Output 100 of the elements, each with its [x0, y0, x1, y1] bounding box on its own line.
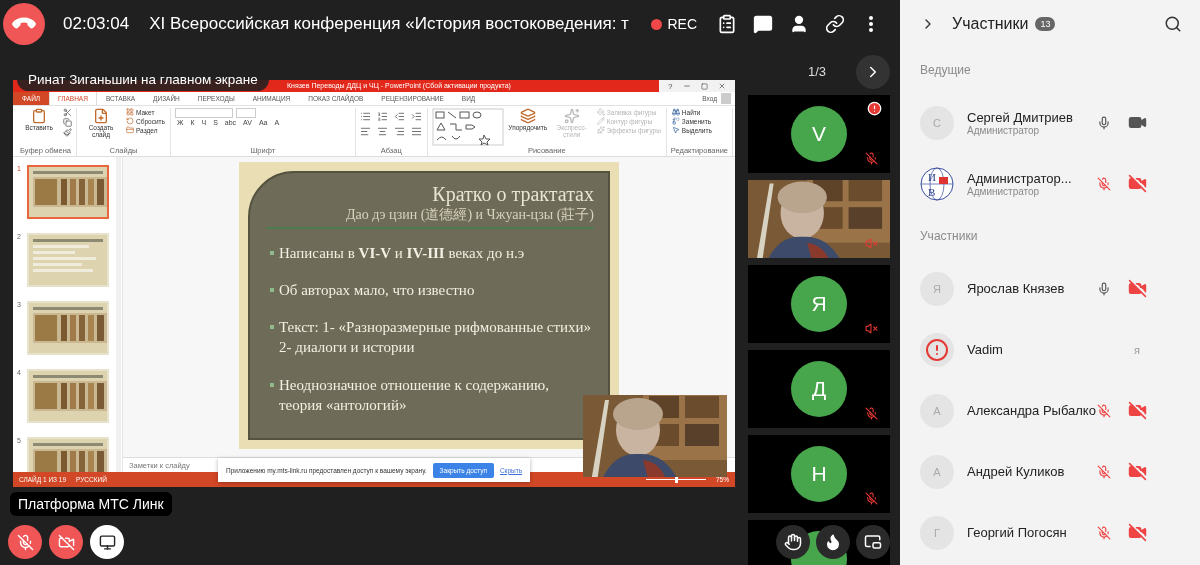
slide-thumbnail[interactable] [27, 165, 109, 219]
participant-avatar: V [791, 106, 847, 162]
self-tag: я [1134, 343, 1140, 356]
participant-name: Администратор... [967, 170, 1072, 186]
participant-avatar: Г [920, 515, 954, 550]
participant-row[interactable]: А Андрей Куликов [920, 441, 1200, 502]
participant-name: Vadim [967, 342, 1003, 357]
participant-count: 13 [1035, 17, 1056, 31]
participant-row[interactable]: Vadim я [920, 319, 1200, 380]
next-page-button[interactable] [856, 54, 890, 89]
indent-icon[interactable] [410, 111, 422, 122]
shape-gallery-drawing[interactable] [431, 108, 504, 146]
participant-avatar: Я [920, 271, 954, 306]
participant-row[interactable]: С Сергей Дмитриев Администратор [920, 92, 1200, 153]
search-icon [1164, 15, 1182, 33]
flame-icon [824, 533, 842, 551]
camera-off-icon[interactable] [1127, 174, 1147, 193]
align-center-icon[interactable] [376, 126, 388, 137]
more-icon [869, 16, 873, 32]
pointer-icon [671, 126, 680, 134]
scissors-icon[interactable] [63, 108, 72, 117]
participant-avatar: Я [791, 276, 847, 332]
participant-name: Георгий Погосян [967, 525, 1067, 540]
new-slide-icon [93, 108, 109, 124]
camera-off-icon [57, 533, 75, 551]
bullet-icon [270, 382, 274, 387]
bullet-text: Написаны в VI-V и IV-III веках до н.э [279, 243, 525, 263]
account-avatar [721, 93, 731, 104]
help-button[interactable]: ? [668, 81, 673, 91]
participant-avatar: А [920, 393, 954, 428]
bullet-list-icon[interactable] [359, 111, 371, 122]
slide-subtitle: Дао дэ цзин (道德經) и Чжуан-цзы (莊子) [345, 206, 594, 224]
slide-title: Кратко о трактатах [432, 182, 594, 206]
participant-name: Ярослав Князев [967, 281, 1065, 296]
participant-avatar: Н [791, 446, 847, 502]
folder-icon [126, 126, 134, 134]
close-icon[interactable] [717, 82, 726, 90]
section-title: Ведущие [920, 62, 972, 79]
participant-name: Сергей Дмитриев [967, 109, 1073, 125]
participant-name: Андрей Куликов [967, 464, 1065, 479]
participant-name: Александра Рыбалко [967, 403, 1096, 418]
mic-button[interactable] [8, 525, 42, 559]
numbered-list-icon[interactable] [376, 111, 388, 122]
replace-icon [671, 117, 680, 125]
pencil-icon [596, 117, 605, 125]
participant-row[interactable]: И В Администратор... Администратор [920, 153, 1200, 214]
bullet-text: Текст: 1- «Разноразмерные рифмованные стихи» 2- диалоги и истории [279, 318, 593, 358]
sparkles-icon [563, 108, 580, 124]
link-icon [825, 14, 845, 34]
layout-icon [126, 108, 134, 116]
participant-role: Администратор [967, 185, 1040, 197]
copy-icon[interactable] [63, 118, 72, 127]
platform-label: Платформа МТС Линк [10, 492, 172, 516]
camera-off-icon[interactable] [1127, 462, 1147, 481]
bullet-text: Об авторах мало, что известно [279, 280, 475, 300]
camera-button[interactable] [49, 525, 83, 559]
participant-avatar: А [920, 454, 954, 489]
section-title: Участники [920, 228, 979, 245]
participant-role: Администратор [967, 124, 1040, 136]
clipboard-icon [717, 14, 737, 34]
hang-up-button[interactable] [3, 3, 45, 45]
screen-share-icon [98, 533, 116, 551]
bullet-icon [270, 287, 274, 292]
recording-icon [651, 18, 663, 30]
search-button[interactable] [1164, 15, 1182, 33]
font-size-field[interactable] [235, 108, 256, 118]
chat-icon [753, 14, 773, 34]
microphone-off-icon [16, 533, 34, 551]
page-indicator: 1/3 [807, 64, 826, 79]
align-right-icon[interactable] [393, 126, 405, 137]
person-icon [789, 14, 809, 34]
participant-row[interactable]: Г Георгий Погосян [920, 502, 1200, 563]
font-name-field[interactable] [174, 108, 233, 118]
participant-avatar: Д [791, 361, 847, 417]
maximize-icon[interactable] [700, 82, 708, 90]
hand-icon [784, 533, 802, 551]
clipboard-icon [31, 108, 47, 124]
call-timer: 02:03:04 [63, 14, 130, 34]
participant-row[interactable]: Я Ярослав Князев [920, 258, 1200, 319]
sparkles-icon [596, 126, 605, 134]
camera-off-icon[interactable] [1127, 279, 1147, 298]
layers-icon [519, 108, 536, 124]
align-left-icon[interactable] [359, 126, 371, 137]
participant-avatar: С [920, 105, 954, 140]
outdent-icon[interactable] [393, 111, 405, 122]
justify-icon[interactable] [410, 126, 422, 137]
event-title: XI Всероссийская конференция «История востоковедения: т [149, 14, 629, 34]
participant-row[interactable]: А Александра Рыбалко [920, 380, 1200, 441]
paint-bucket-icon [596, 108, 605, 116]
recording-label: REC [667, 16, 697, 32]
camera-off-icon[interactable] [1127, 401, 1147, 420]
binoculars-icon [671, 108, 680, 116]
camera-off-icon[interactable] [1127, 523, 1147, 542]
bullet-text: Неоднозначное отношение к содержанию, теория «антологий» [279, 375, 551, 415]
screen-button[interactable] [90, 525, 124, 559]
bullet-icon [270, 250, 274, 255]
link-button[interactable] [823, 12, 847, 36]
paintbrush-icon[interactable] [63, 128, 72, 137]
logo-avatar: И В [920, 166, 954, 201]
panel-title: Участники [952, 15, 1029, 33]
